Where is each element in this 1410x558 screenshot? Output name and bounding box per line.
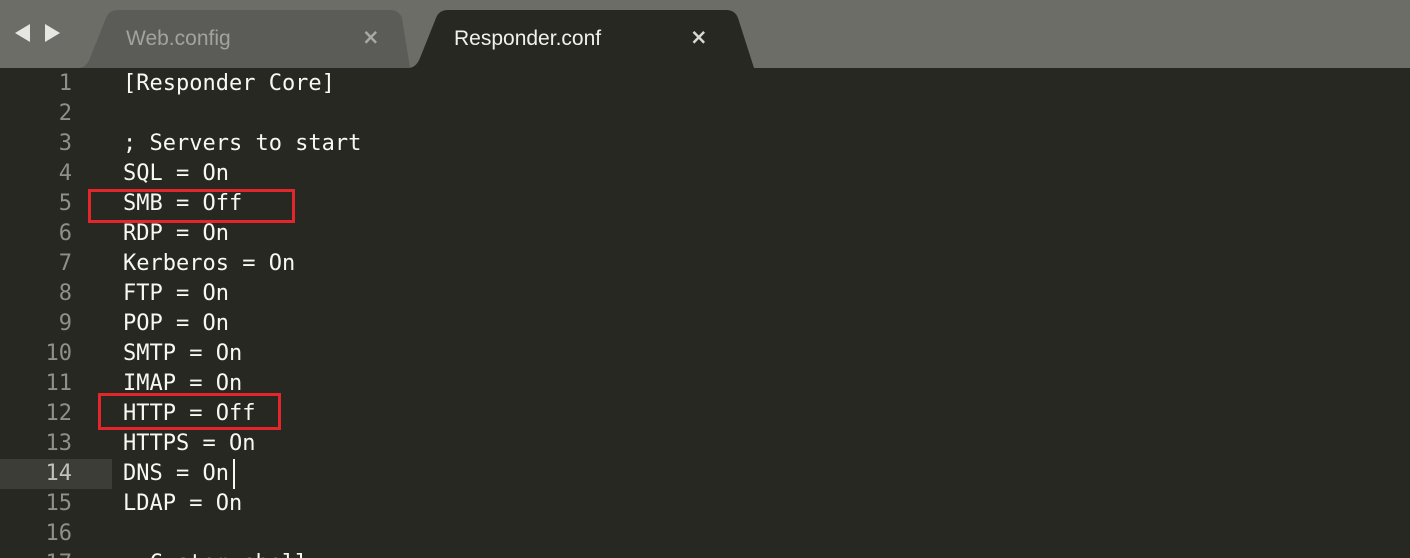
code-line[interactable]: 15 LDAP = On bbox=[0, 489, 1410, 519]
code-line[interactable]: 13 HTTPS = On bbox=[0, 429, 1410, 459]
line-text[interactable]: ; Custom shell bbox=[123, 551, 308, 558]
highlight-box-smb bbox=[88, 189, 295, 223]
line-number: 13 bbox=[45, 431, 73, 456]
tab-label: Web.config bbox=[126, 27, 231, 50]
code-line[interactable]: 4 SQL = On bbox=[0, 159, 1410, 189]
line-number: 14 bbox=[45, 461, 73, 486]
line-text[interactable]: FTP = On bbox=[123, 281, 229, 306]
line-text[interactable]: [Responder Core] bbox=[123, 71, 335, 96]
code-line[interactable]: 17 ; Custom shell bbox=[0, 549, 1410, 558]
line-text[interactable]: RDP = On bbox=[123, 221, 229, 246]
code-line[interactable]: 8 FTP = On bbox=[0, 279, 1410, 309]
code-line[interactable]: 16 bbox=[0, 519, 1410, 549]
line-number: 9 bbox=[58, 311, 72, 336]
code-line[interactable]: 14 DNS = On bbox=[0, 459, 1410, 489]
editor-window: Web.config × Responder.conf × 1 [Responde… bbox=[0, 0, 1410, 558]
text-cursor bbox=[233, 459, 235, 489]
line-text[interactable]: ; Servers to start bbox=[123, 131, 361, 156]
tab-web-config[interactable]: Web.config × bbox=[78, 10, 418, 68]
code-line[interactable]: 7 Kerberos = On bbox=[0, 249, 1410, 279]
line-number: 17 bbox=[46, 551, 73, 558]
line-text[interactable]: Kerberos = On bbox=[123, 251, 295, 276]
code-editor[interactable]: 1 [Responder Core] 2 3 ; Servers to start 4 SQ… bbox=[0, 68, 1410, 558]
code-line[interactable]: 10 SMTP = On bbox=[0, 339, 1410, 369]
tab-bar: Web.config × Responder.conf × bbox=[0, 0, 1410, 68]
tab-label: Responder.conf bbox=[454, 27, 602, 50]
line-text[interactable]: SMTP = On bbox=[123, 341, 242, 366]
line-number: 12 bbox=[45, 401, 73, 426]
line-number: 3 bbox=[58, 131, 72, 156]
tab-responder-conf[interactable]: Responder.conf × bbox=[408, 10, 758, 68]
line-number: 16 bbox=[45, 521, 73, 546]
code-line[interactable]: 2 bbox=[0, 99, 1410, 129]
line-number: 8 bbox=[58, 281, 72, 306]
line-text[interactable]: HTTPS = On bbox=[123, 431, 255, 456]
line-number: 7 bbox=[58, 251, 72, 276]
line-number: 15 bbox=[45, 491, 73, 516]
line-number: 11 bbox=[45, 371, 73, 396]
code-line[interactable]: 6 RDP = On bbox=[0, 219, 1410, 249]
forward-arrow-icon[interactable] bbox=[45, 24, 60, 42]
line-number: 4 bbox=[58, 161, 72, 186]
line-text[interactable]: DNS = On bbox=[123, 461, 229, 486]
line-text[interactable]: LDAP = On bbox=[123, 491, 242, 516]
line-number: 2 bbox=[58, 101, 72, 126]
line-text[interactable]: POP = On bbox=[123, 311, 229, 336]
close-icon[interactable]: × bbox=[690, 25, 708, 49]
line-number: 10 bbox=[45, 341, 73, 366]
line-number: 5 bbox=[58, 191, 72, 216]
code-line[interactable]: 3 ; Servers to start bbox=[0, 129, 1410, 159]
back-arrow-icon[interactable] bbox=[15, 24, 30, 42]
line-number: 6 bbox=[58, 221, 72, 246]
line-number: 1 bbox=[58, 71, 72, 96]
line-text[interactable]: SQL = On bbox=[123, 161, 229, 186]
highlight-box-http bbox=[98, 393, 281, 430]
code-line[interactable]: 9 POP = On bbox=[0, 309, 1410, 339]
close-icon[interactable]: × bbox=[362, 25, 380, 49]
code-line[interactable]: 1 [Responder Core] bbox=[0, 69, 1410, 99]
